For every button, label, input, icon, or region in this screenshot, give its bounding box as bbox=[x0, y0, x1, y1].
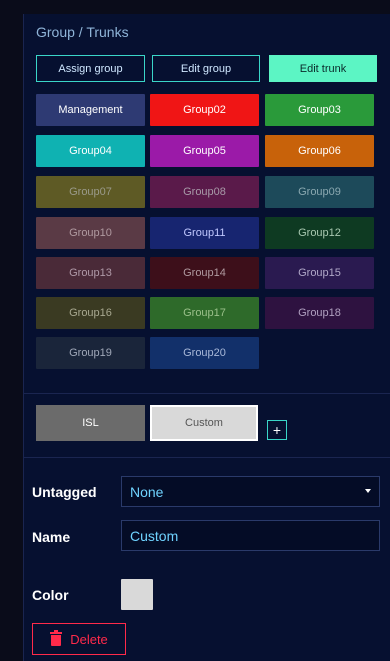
edit-trunk-button[interactable]: Edit trunk bbox=[269, 55, 377, 82]
untagged-value: None bbox=[130, 483, 164, 500]
group-tile-group20[interactable]: Group20 bbox=[150, 337, 259, 369]
group-tile-group17[interactable]: Group17 bbox=[150, 297, 259, 329]
group-tile-group08[interactable]: Group08 bbox=[150, 176, 259, 208]
group-tile-group04[interactable]: Group04 bbox=[36, 135, 145, 167]
trash-icon bbox=[50, 630, 63, 646]
panel-title: Group / Trunks bbox=[36, 24, 129, 40]
group-tile-group09[interactable]: Group09 bbox=[265, 176, 374, 208]
delete-button[interactable]: Delete bbox=[32, 623, 126, 655]
group-tile-group19[interactable]: Group19 bbox=[36, 337, 145, 369]
group-tile-group18[interactable]: Group18 bbox=[265, 297, 374, 329]
group-tile-group07[interactable]: Group07 bbox=[36, 176, 145, 208]
edit-group-button[interactable]: Edit group bbox=[152, 55, 260, 82]
color-label: Color bbox=[32, 587, 69, 603]
delete-label: Delete bbox=[70, 631, 108, 647]
group-tile-group16[interactable]: Group16 bbox=[36, 297, 145, 329]
untagged-label: Untagged bbox=[32, 484, 97, 500]
group-tile-group03[interactable]: Group03 bbox=[265, 94, 374, 126]
group-tile-group06[interactable]: Group06 bbox=[265, 135, 374, 167]
untagged-select[interactable]: None bbox=[121, 476, 380, 507]
group-tile-group12[interactable]: Group12 bbox=[265, 217, 374, 249]
group-tile-group11[interactable]: Group11 bbox=[150, 217, 259, 249]
chevron-down-icon bbox=[365, 489, 371, 493]
group-tile-group10[interactable]: Group10 bbox=[36, 217, 145, 249]
group-tile-management[interactable]: Management bbox=[36, 94, 145, 126]
name-label: Name bbox=[32, 529, 71, 545]
color-swatch[interactable] bbox=[121, 579, 153, 610]
trunk-custom-button[interactable]: Custom bbox=[150, 405, 258, 441]
assign-group-button[interactable]: Assign group bbox=[36, 55, 145, 82]
group-tile-group05[interactable]: Group05 bbox=[150, 135, 259, 167]
group-tile-group15[interactable]: Group15 bbox=[265, 257, 374, 289]
divider bbox=[24, 393, 390, 394]
group-tile-group14[interactable]: Group14 bbox=[150, 257, 259, 289]
group-trunks-panel: Group / Trunks Assign group Edit group E… bbox=[23, 14, 390, 661]
group-tile-group13[interactable]: Group13 bbox=[36, 257, 145, 289]
name-input[interactable]: Custom bbox=[121, 520, 380, 551]
divider bbox=[24, 457, 390, 458]
add-trunk-button[interactable]: + bbox=[267, 420, 287, 440]
trunk-isl-button[interactable]: ISL bbox=[36, 405, 145, 441]
group-tile-group02[interactable]: Group02 bbox=[150, 94, 259, 126]
